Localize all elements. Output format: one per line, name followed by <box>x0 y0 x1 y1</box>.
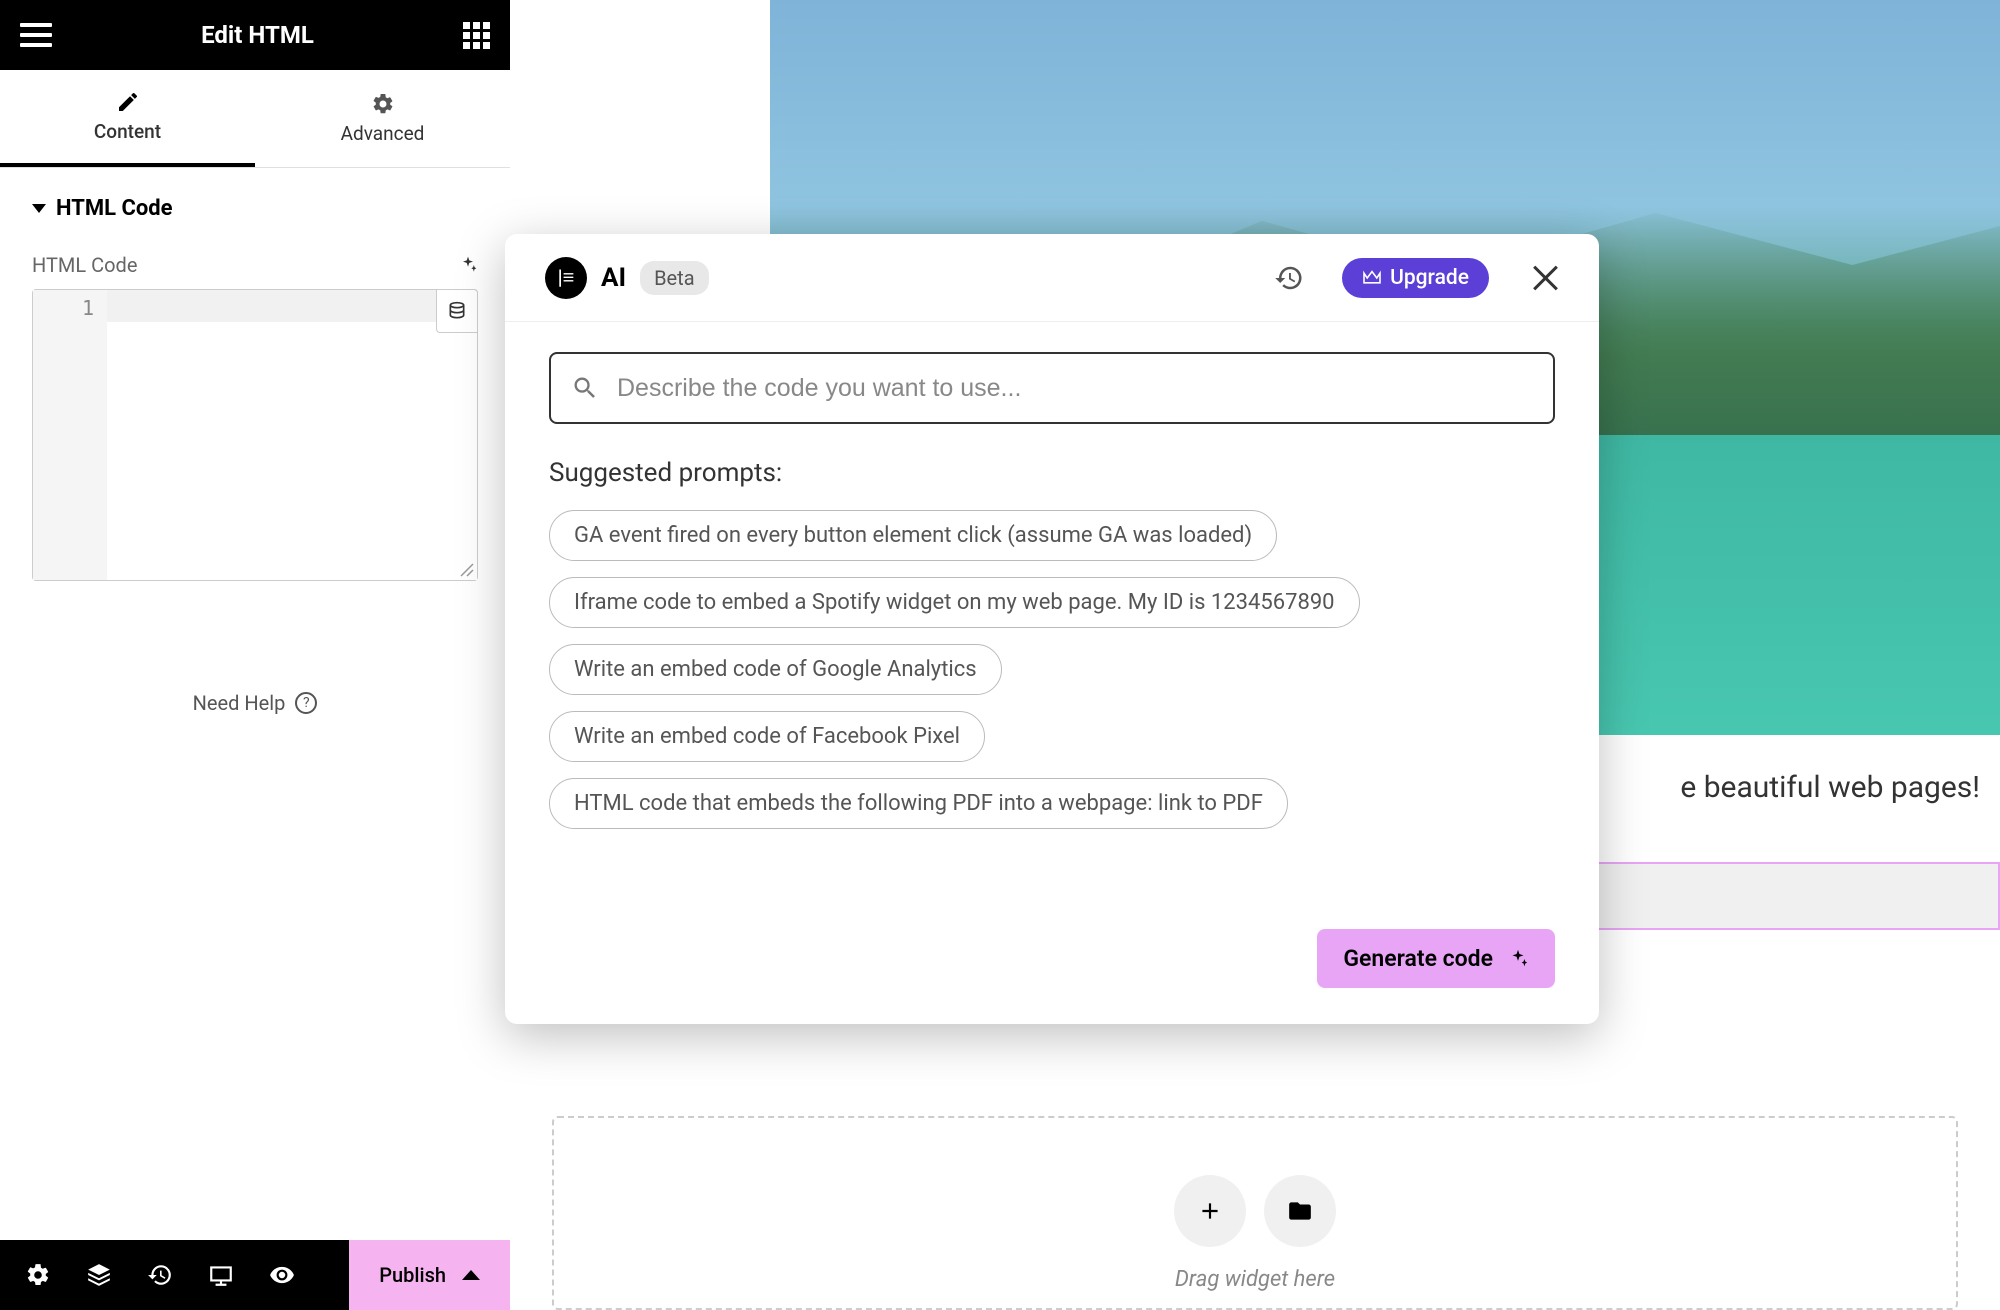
modal-body: Suggested prompts: GA event fired on eve… <box>505 322 1599 1024</box>
need-help-link[interactable]: Need Help ? <box>32 691 478 715</box>
modal-footer: Generate code <box>549 929 1555 988</box>
drop-zone[interactable]: Drag widget here <box>552 1116 1958 1310</box>
navigator-icon[interactable] <box>86 1262 112 1288</box>
ai-sparkle-icon[interactable] <box>458 255 478 275</box>
add-template-button[interactable] <box>1264 1175 1336 1247</box>
pencil-icon <box>116 90 140 114</box>
suggested-chip[interactable]: Write an embed code of Google Analytics <box>549 644 1002 695</box>
resize-handle-icon[interactable] <box>459 562 475 578</box>
crown-icon <box>1362 270 1382 286</box>
tab-label: Advanced <box>341 122 425 145</box>
database-icon <box>447 300 467 322</box>
suggested-chips: GA event fired on every button element c… <box>549 510 1555 829</box>
panel-title: Edit HTML <box>52 21 463 49</box>
preview-icon[interactable] <box>269 1262 295 1288</box>
chevron-up-icon <box>462 1270 480 1280</box>
suggested-chip[interactable]: Iframe code to embed a Spotify widget on… <box>549 577 1360 628</box>
tab-advanced[interactable]: Advanced <box>255 70 510 167</box>
history-icon[interactable] <box>1274 263 1304 293</box>
generate-label: Generate code <box>1343 945 1493 972</box>
field-label-row: HTML Code <box>32 253 478 277</box>
tabs-row: Content Advanced <box>0 70 510 168</box>
tab-label: Content <box>94 120 161 143</box>
suggested-title: Suggested prompts: <box>549 458 1555 488</box>
hamburger-icon[interactable] <box>20 23 52 47</box>
generate-code-button[interactable]: Generate code <box>1317 929 1555 988</box>
widgets-grid-icon[interactable] <box>463 22 490 49</box>
help-icon: ? <box>295 692 317 714</box>
section-title: HTML Code <box>56 196 173 221</box>
code-editor[interactable]: 1 <box>32 289 478 581</box>
need-help-label: Need Help <box>193 691 286 715</box>
code-area[interactable] <box>107 290 477 580</box>
prompt-input[interactable] <box>617 374 1533 403</box>
dynamic-tags-button[interactable] <box>436 289 478 333</box>
close-icon[interactable] <box>1531 264 1559 292</box>
hero-text: e beautiful web pages! <box>1680 770 1980 805</box>
panel-body: HTML Code HTML Code 1 Need Help ? <box>0 168 510 1240</box>
drop-text: Drag widget here <box>1175 1267 1335 1292</box>
upgrade-label: Upgrade <box>1390 266 1469 290</box>
folder-icon <box>1287 1198 1313 1224</box>
publish-label: Publish <box>379 1263 446 1287</box>
suggested-chip[interactable]: HTML code that embeds the following PDF … <box>549 778 1288 829</box>
publish-button[interactable]: Publish <box>349 1240 510 1310</box>
settings-icon[interactable] <box>25 1262 51 1288</box>
history-icon[interactable] <box>147 1262 173 1288</box>
beta-badge: Beta <box>640 261 709 295</box>
code-gutter: 1 <box>33 290 107 580</box>
ai-label: AI <box>601 263 626 293</box>
responsive-icon[interactable] <box>208 1262 234 1288</box>
field-label: HTML Code <box>32 253 137 277</box>
search-icon <box>571 374 599 402</box>
caret-down-icon <box>32 204 46 213</box>
modal-header: |≡ AI Beta Upgrade <box>505 234 1599 322</box>
sidebar-header: Edit HTML <box>0 0 510 70</box>
add-widget-button[interactable] <box>1174 1175 1246 1247</box>
sparkle-icon <box>1507 948 1529 970</box>
prompt-input-wrapper <box>549 352 1555 424</box>
plus-icon <box>1197 1198 1223 1224</box>
upgrade-button[interactable]: Upgrade <box>1342 258 1489 298</box>
gutter-line-number: 1 <box>33 290 106 320</box>
suggested-chip[interactable]: Write an embed code of Facebook Pixel <box>549 711 985 762</box>
sidebar: Edit HTML Content Advanced HTML Code HTM… <box>0 0 510 1310</box>
elementor-logo-icon: |≡ <box>545 257 587 299</box>
gear-icon <box>371 92 395 116</box>
tab-content[interactable]: Content <box>0 70 255 167</box>
drop-buttons <box>1174 1175 1336 1247</box>
bottom-bar: Publish <box>0 1240 510 1310</box>
ai-modal: |≡ AI Beta Upgrade Suggested prompts: GA… <box>505 234 1599 1024</box>
section-header[interactable]: HTML Code <box>32 196 478 221</box>
line-highlight <box>107 290 477 322</box>
bottom-icons <box>0 1262 349 1288</box>
suggested-chip[interactable]: GA event fired on every button element c… <box>549 510 1277 561</box>
